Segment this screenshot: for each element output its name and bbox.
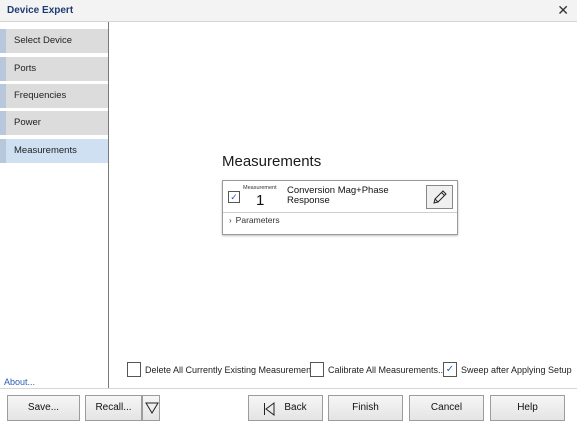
delete-all-checkbox[interactable] xyxy=(127,362,141,377)
sweep-after-option[interactable]: ✓ Sweep after Applying Setup xyxy=(443,362,573,378)
triangle-down-icon xyxy=(145,402,159,414)
calibrate-all-checkbox[interactable] xyxy=(310,362,324,377)
save-button[interactable]: Save... xyxy=(7,395,80,421)
measurement-enable-checkbox[interactable]: ✓ xyxy=(228,191,240,203)
sidebar-item-measurements[interactable]: Measurements xyxy=(0,139,108,163)
finish-button[interactable]: Finish xyxy=(328,395,403,421)
cancel-button[interactable]: Cancel xyxy=(409,395,484,421)
sweep-after-checkbox[interactable]: ✓ xyxy=(443,362,457,377)
calibrate-all-option[interactable]: Calibrate All Measurements... xyxy=(310,362,446,378)
recall-dropdown-button[interactable] xyxy=(142,395,160,421)
about-link[interactable]: About... xyxy=(4,377,35,387)
back-arrow-icon xyxy=(264,402,275,416)
window-title: Device Expert xyxy=(7,5,74,16)
measurement-card: ✓ Measurement 1 Conversion Mag+Phase Res… xyxy=(222,180,458,235)
sidebar-item-power[interactable]: Power xyxy=(0,111,108,135)
measurement-number: 1 xyxy=(256,192,265,209)
recall-button[interactable]: Recall... xyxy=(85,395,142,421)
parameters-label: Parameters xyxy=(235,215,280,225)
sidebar-item-select-device[interactable]: Select Device xyxy=(0,29,108,53)
sidebar-item-ports[interactable]: Ports xyxy=(0,57,108,81)
measurement-name: Conversion Mag+Phase Response xyxy=(287,185,389,206)
back-button[interactable]: Back xyxy=(248,395,323,421)
edit-measurement-button[interactable] xyxy=(426,185,453,209)
close-icon[interactable]: ✕ xyxy=(557,2,569,18)
chevron-right-icon: › xyxy=(229,216,232,225)
sidebar: Select Device Ports Frequencies Power Me… xyxy=(0,22,109,388)
measurement-header: ✓ Measurement 1 Conversion Mag+Phase Res… xyxy=(223,181,457,213)
delete-all-option[interactable]: Delete All Currently Existing Measuremen… xyxy=(127,362,318,378)
parameters-expander[interactable]: › Parameters xyxy=(229,215,280,229)
delete-all-label: Delete All Currently Existing Measuremen… xyxy=(145,365,319,375)
page-title: Measurements xyxy=(222,153,322,170)
pencil-icon xyxy=(433,190,447,204)
calibrate-all-label: Calibrate All Measurements... xyxy=(328,365,446,375)
measurement-number-label: Measurement xyxy=(243,185,277,191)
title-bar: Device Expert ✕ xyxy=(0,0,577,22)
back-label: Back xyxy=(284,402,307,413)
sweep-after-label: Sweep after Applying Setup xyxy=(461,365,572,375)
help-button[interactable]: Help xyxy=(490,395,565,421)
bottom-bar: Save... Recall... Back Finish Cancel Hel… xyxy=(0,388,577,424)
sidebar-item-frequencies[interactable]: Frequencies xyxy=(0,84,108,108)
